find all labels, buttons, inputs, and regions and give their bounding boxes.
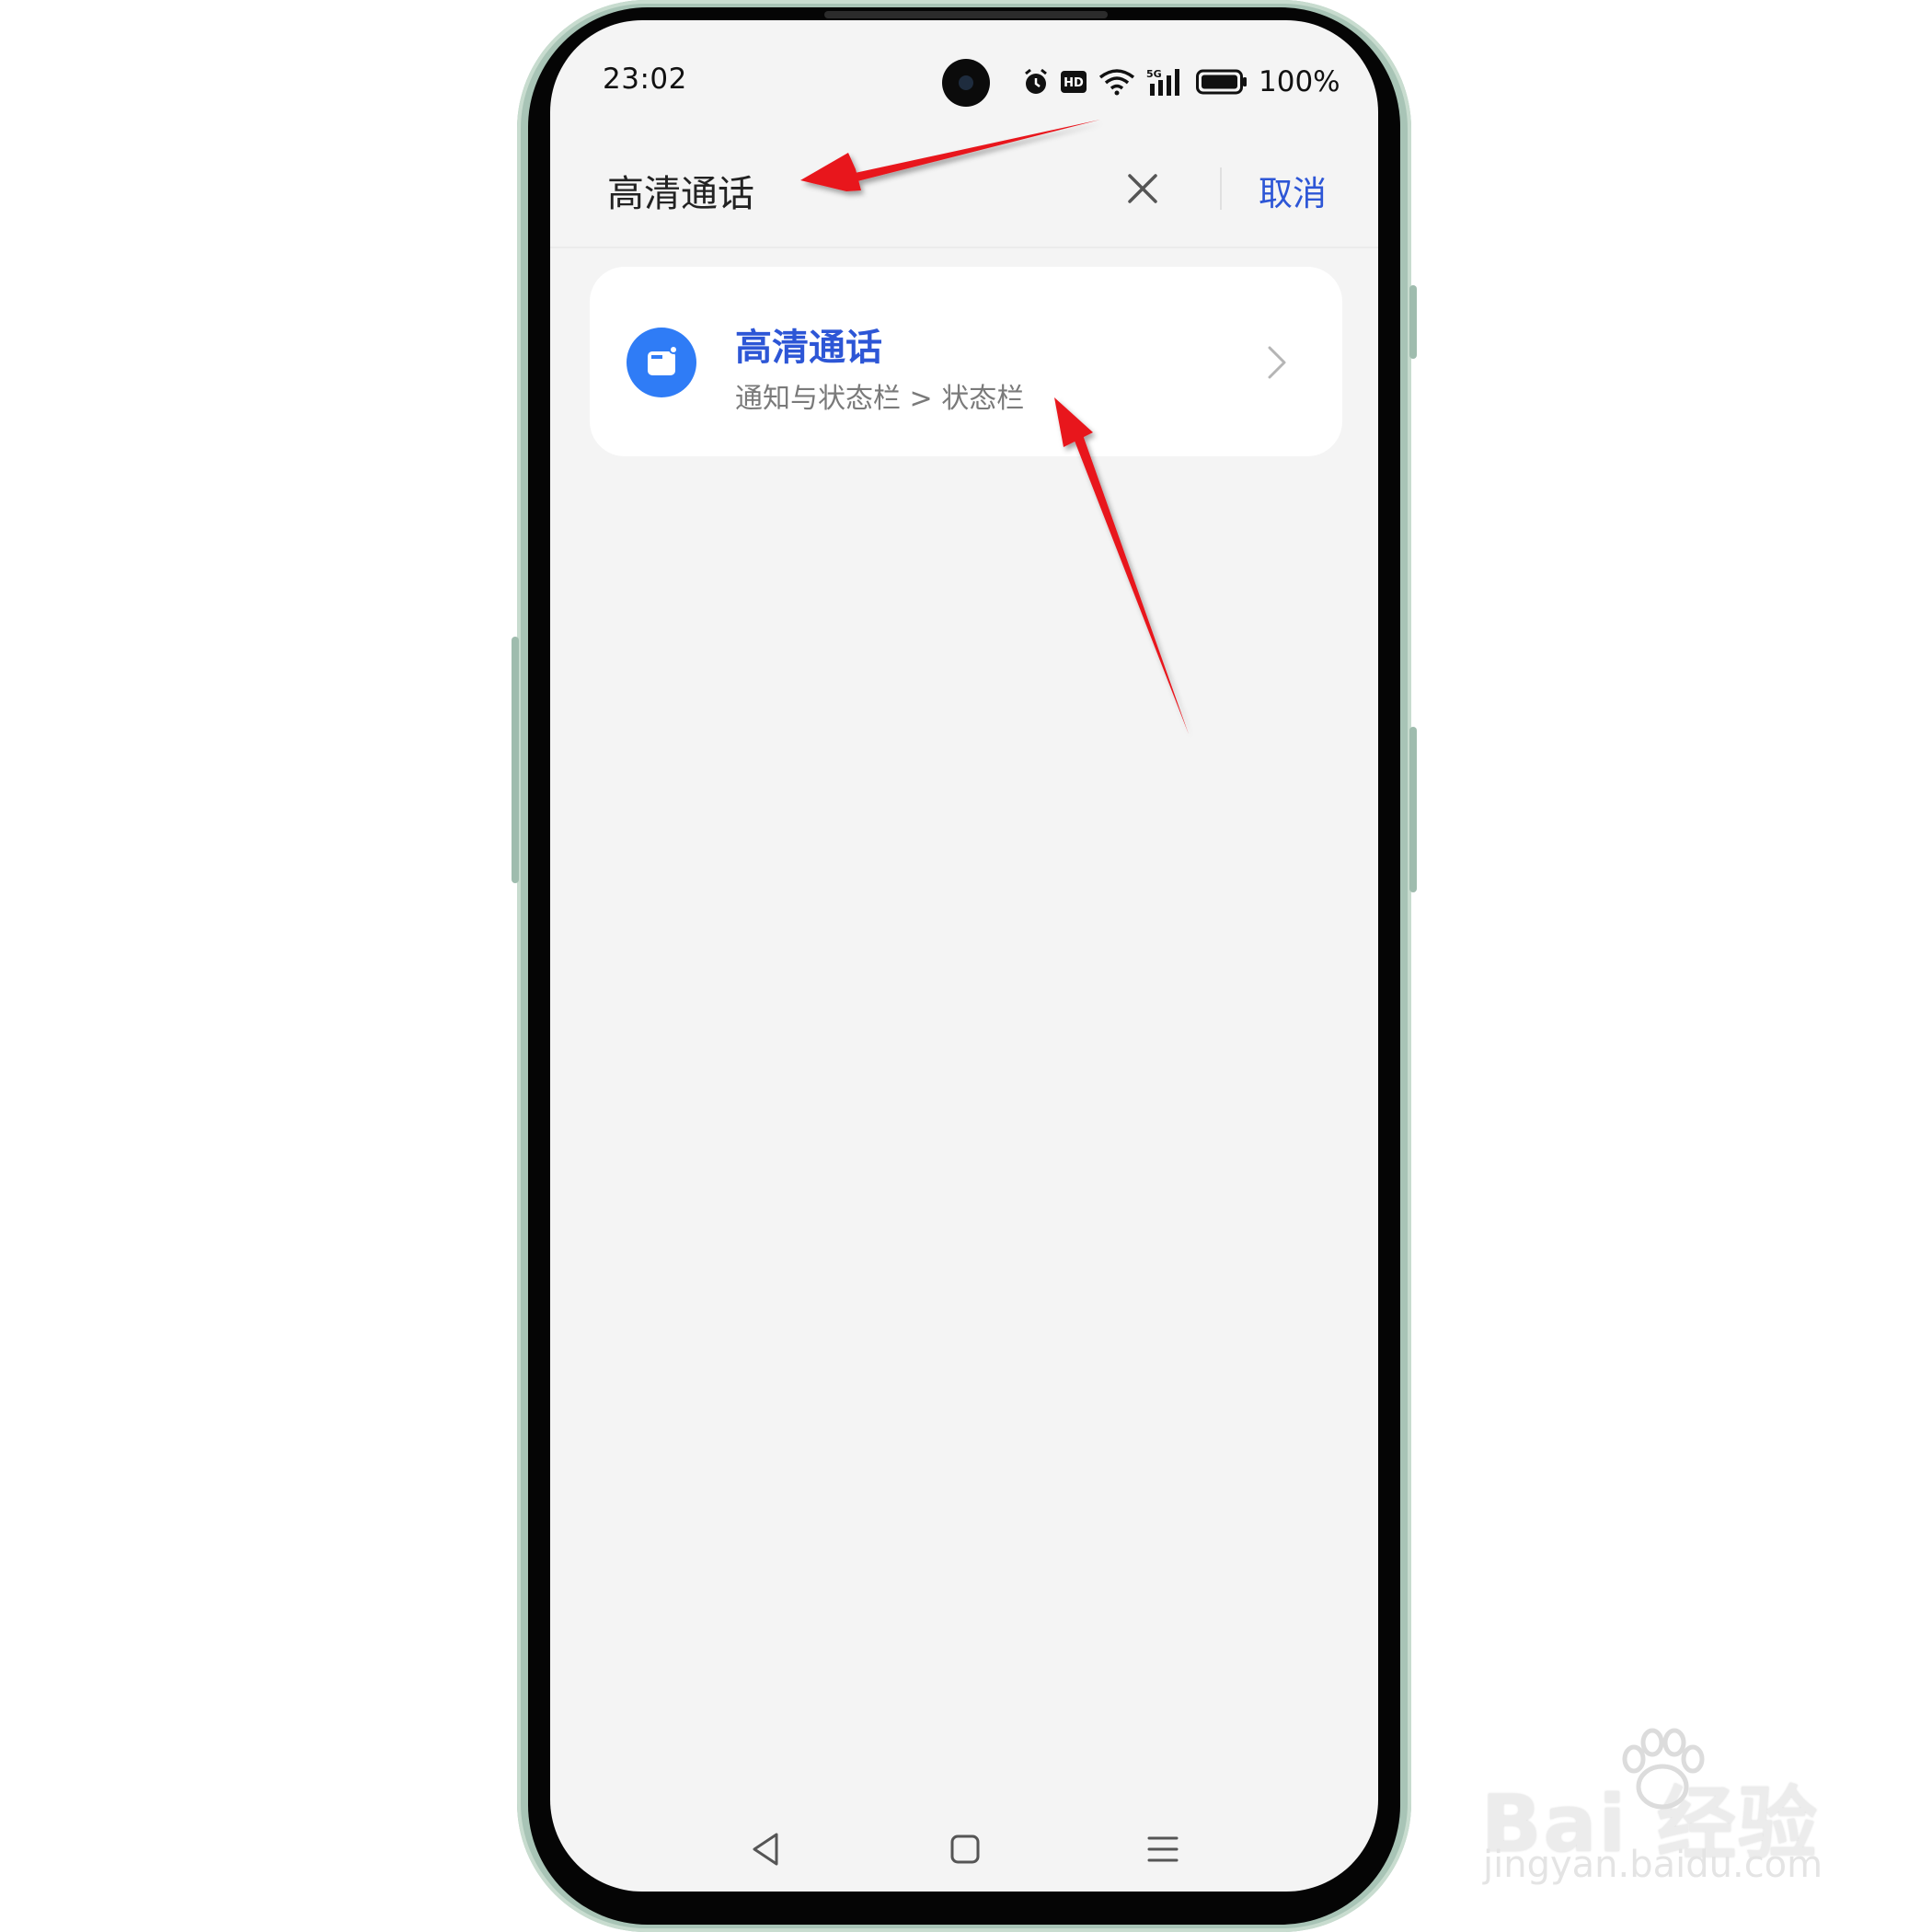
speaker-grille [824, 11, 1108, 18]
alarm-icon [1025, 68, 1047, 94]
close-icon[interactable] [1124, 170, 1161, 207]
header-separator [550, 247, 1378, 248]
side-button [1409, 727, 1417, 892]
5g-signal-icon: 5G [1146, 68, 1179, 96]
paw-icon [1622, 1728, 1705, 1810]
watermark-url: jingyan.baidu.com [1483, 1844, 1823, 1886]
camera-lens [959, 75, 973, 90]
battery-percent: 100% [1259, 65, 1340, 98]
hd-icon: HD [1061, 71, 1087, 93]
menu-icon[interactable] [1146, 1833, 1179, 1866]
svg-text:5G: 5G [1146, 68, 1162, 80]
search-result-card[interactable] [590, 267, 1342, 456]
search-input[interactable]: 高清通话 [607, 164, 754, 217]
status-time: 23:02 [603, 63, 687, 96]
battery-icon [1196, 69, 1247, 95]
volume-button [512, 637, 519, 883]
wifi-icon [1098, 69, 1135, 96]
power-button [1409, 285, 1417, 359]
chevron-right-icon [1268, 346, 1286, 379]
home-icon[interactable] [949, 1834, 981, 1865]
header-divider [1220, 167, 1222, 210]
result-path: 通知与状态栏 > 状态栏 [735, 383, 1025, 415]
hd-call-icon [627, 328, 696, 397]
status-icons: HD 5G 100% [1023, 62, 1340, 102]
cancel-button[interactable]: 取消 [1259, 166, 1327, 215]
svg-text:HD: HD [1064, 76, 1084, 90]
result-title: 高清通话 [735, 327, 882, 369]
back-icon[interactable] [749, 1831, 782, 1868]
